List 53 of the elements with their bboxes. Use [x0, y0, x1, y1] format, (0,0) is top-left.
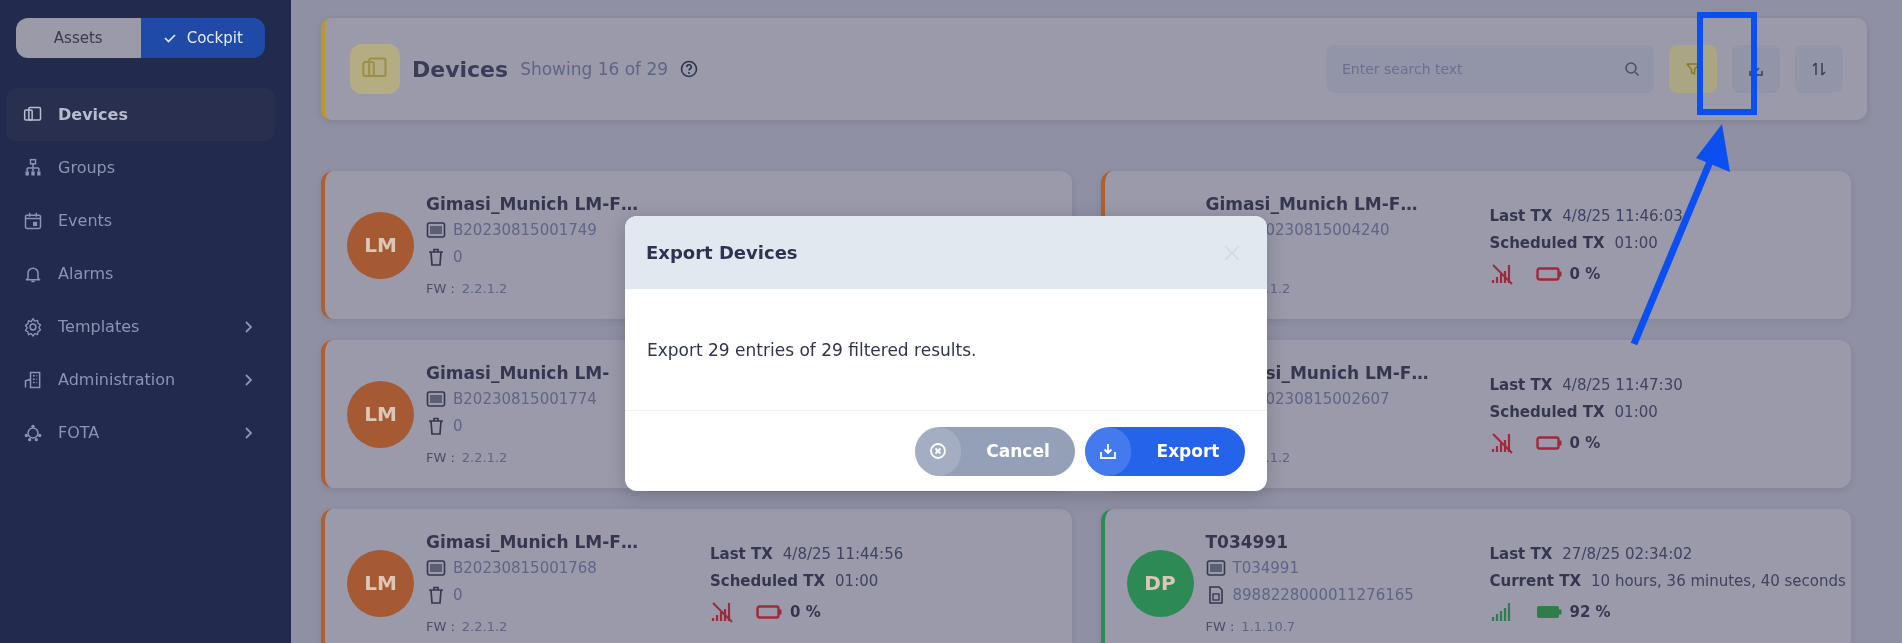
trash-count: 0	[453, 247, 463, 268]
stat-label: Last TX	[1489, 375, 1553, 396]
battery-percent: 92 %	[1569, 603, 1611, 621]
stat-value: 4/8/25 11:46:03	[1562, 206, 1683, 227]
stat-value: 4/8/25 11:44:56	[782, 544, 904, 565]
avatar: LM	[347, 549, 414, 617]
stat-label: Current TX	[1489, 571, 1582, 592]
serial-number: 0230815004240	[1264, 220, 1390, 241]
stat-value: 01:00	[835, 571, 879, 592]
firmware-label: FW :	[426, 280, 455, 298]
device-name: Gimasi_Munich LM-	[426, 362, 611, 384]
serial-number: B20230815001774	[453, 389, 597, 410]
firmware-version: 2.2.1.2	[461, 280, 508, 298]
avatar: DP	[1126, 549, 1194, 617]
dialog-message: Export 29 entries of 29 filtered results.	[647, 339, 977, 360]
sim-number: 8988228000011276165	[1232, 585, 1414, 606]
stat-label: Last TX	[710, 544, 773, 565]
battery-percent: 0 %	[1569, 434, 1601, 452]
stat-label: Scheduled TX	[1489, 233, 1605, 254]
stat-value: 4/8/25 11:47:30	[1562, 375, 1683, 396]
stat-value: 01:00	[1614, 402, 1658, 423]
trash-count: 0	[453, 585, 463, 606]
battery-percent: 0 %	[790, 603, 821, 621]
stat-label: Last TX	[1489, 544, 1553, 565]
serial-number: 0230815002607	[1264, 389, 1390, 410]
firmware-version: 2.2.1.2	[461, 449, 508, 467]
device-name: Gimasi_Munich LM-F…	[1205, 193, 1419, 215]
avatar: LM	[347, 380, 414, 448]
device-name: Gimasi_Munich LM-F…	[426, 193, 639, 215]
page-title: Devices	[412, 56, 509, 82]
serial-number: B20230815001749	[453, 220, 597, 241]
firmware-version: 1.1.10.7	[1241, 618, 1296, 636]
firmware-label: FW :	[1205, 618, 1235, 636]
stat-value: 10 hours, 36 minutes, 40 seconds	[1591, 571, 1846, 592]
device-name: T034991	[1205, 531, 1290, 553]
stat-label: Scheduled TX	[710, 571, 826, 592]
stat-label: Last TX	[1489, 206, 1553, 227]
stat-value: 27/8/25 02:34:02	[1562, 544, 1693, 565]
stat-label: Scheduled TX	[1489, 402, 1605, 423]
serial-number: B20230815001768	[453, 558, 597, 579]
dialog-title: Export Devices	[646, 242, 799, 263]
device-name: Gimasi_Munich LM-F…	[426, 531, 639, 553]
firmware-version: 2.2.1.2	[461, 618, 508, 636]
trash-count: 0	[453, 416, 463, 437]
device-name: si_Munich LM-F…	[1264, 362, 1430, 384]
result-count: Showing 16 of 29	[520, 59, 669, 79]
firmware-label: FW :	[426, 618, 455, 636]
battery-percent: 0 %	[1569, 265, 1601, 283]
avatar: LM	[347, 211, 414, 279]
firmware-version: .1.2	[1264, 280, 1291, 298]
firmware-label: FW :	[426, 449, 455, 467]
serial-number: T034991	[1232, 558, 1299, 579]
stat-value: 01:00	[1614, 233, 1658, 254]
